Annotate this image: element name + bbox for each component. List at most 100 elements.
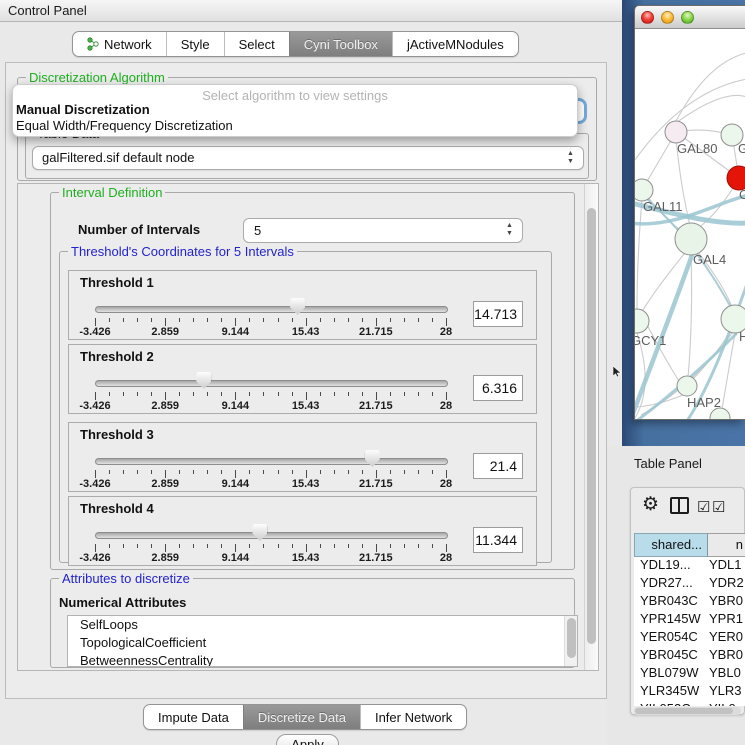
slider-tick <box>221 470 222 474</box>
column-header-shared-name[interactable]: shared... <box>634 533 708 557</box>
slider-tick <box>432 392 433 396</box>
table-row[interactable]: YER054CYER0 <box>634 629 745 647</box>
slider-tick <box>390 544 391 548</box>
checkbox-icon-1[interactable]: ☑ <box>697 498 710 516</box>
slider-tick-label: 15.43 <box>281 400 331 412</box>
attribute-list-item[interactable]: SelfLoops <box>68 616 577 634</box>
slider-tick <box>137 544 138 548</box>
slider-tick-label: -3.426 <box>70 552 120 564</box>
columns-icon[interactable] <box>670 497 689 514</box>
slider-tick <box>432 470 433 474</box>
algorithm-item-equal-width[interactable]: Equal Width/Frequency Discretization <box>13 118 577 134</box>
slider-tick-label: 2.859 <box>140 326 190 338</box>
threshold-panel-4: Threshold 4-3.4262.8599.14415.4321.71528… <box>68 496 537 566</box>
threshold-value-field[interactable]: 6.316 <box>473 375 523 401</box>
cell-shared-name: YPR145W <box>634 611 708 629</box>
spinner-stepper-icon[interactable]: ▲▼ <box>505 222 514 238</box>
apply-button[interactable]: Apply <box>276 734 339 745</box>
table-row[interactable]: YBR043CYBR0 <box>634 593 745 611</box>
slider-tick <box>221 318 222 322</box>
threshold-panel-3: Threshold 3-3.4262.8599.14415.4321.71528… <box>68 422 537 492</box>
network-node[interactable] <box>675 223 707 255</box>
table-subpanel: ⚙ ☑ ☑ shared... n YDL19...YDL1YDR27...YD… <box>630 487 745 715</box>
slider-tick <box>292 392 293 396</box>
tab-cyni-toolbox[interactable]: Cyni Toolbox <box>289 32 392 56</box>
slider-tick <box>263 544 264 548</box>
slider-tick <box>109 318 110 322</box>
slider-tick <box>306 318 307 326</box>
tab-label: Infer Network <box>375 710 452 725</box>
slider-tick <box>390 470 391 474</box>
mac-zoom-icon[interactable] <box>681 11 694 24</box>
network-node[interactable] <box>635 309 649 333</box>
slider-track[interactable] <box>95 458 448 465</box>
threshold-value-field[interactable]: 21.4 <box>473 453 523 479</box>
slider-tick <box>362 544 363 548</box>
slider-tick <box>207 392 208 396</box>
cell-shared-name: YIL052C <box>634 701 708 706</box>
column-header-name[interactable]: n <box>708 533 745 557</box>
threshold-label: Threshold 1 <box>80 275 154 290</box>
cell-name: YBR0 <box>708 593 745 611</box>
algorithm-item-manual[interactable]: Manual Discretization <box>13 102 577 118</box>
combo-stepper-icon[interactable]: ▲▼ <box>566 150 575 166</box>
threshold-label: Threshold 4 <box>80 501 154 516</box>
attribute-list-item[interactable]: BetweennessCentrality <box>68 652 577 667</box>
table-data-combobox[interactable]: galFiltered.sif default node ▲▼ <box>32 146 584 170</box>
network-node-label: GAL80 <box>677 141 717 156</box>
slider-tick <box>137 470 138 474</box>
algorithm-placeholder-item[interactable]: Select algorithm to view settings <box>13 85 577 102</box>
attributes-group-title: Attributes to discretize <box>59 571 193 586</box>
tab-select[interactable]: Select <box>224 32 289 56</box>
slider-tick-label: 2.859 <box>140 478 190 490</box>
attribute-list-item[interactable]: TopologicalCoefficient <box>68 634 577 652</box>
slider-tick <box>348 544 349 548</box>
network-window-titlebar[interactable] <box>635 6 745 29</box>
mac-close-icon[interactable] <box>641 11 654 24</box>
table-row[interactable]: YBR045CYBR0 <box>634 647 745 665</box>
slider-tick <box>179 470 180 474</box>
tab-label: Network <box>104 37 152 52</box>
slider-tick <box>95 318 96 326</box>
slider-tick <box>151 318 152 322</box>
numerical-attributes-list[interactable]: SelfLoopsTopologicalCoefficientBetweenne… <box>67 615 578 667</box>
table-horizontal-scrollbar[interactable] <box>634 707 741 715</box>
slider-track[interactable] <box>95 306 448 313</box>
gear-icon[interactable]: ⚙ <box>642 493 659 516</box>
num-intervals-spinner[interactable]: 5 ▲▼ <box>243 218 523 243</box>
slider-tick <box>432 544 433 548</box>
table-row[interactable]: YDR27...YDR2 <box>634 575 745 593</box>
tab-network[interactable]: Network <box>73 32 166 56</box>
network-node[interactable] <box>665 121 687 143</box>
threshold-value-field[interactable]: 14.713 <box>473 301 523 327</box>
network-icon <box>87 37 99 51</box>
threshold-value-field[interactable]: 11.344 <box>473 527 523 553</box>
network-canvas[interactable]: GAL80GAL11GAL4GCY1HAP2G.CH <box>635 29 745 420</box>
tab-infer-network[interactable]: Infer Network <box>360 705 466 729</box>
table-row[interactable]: YIL052CYIL0 <box>634 701 745 706</box>
tab-label: Cyni Toolbox <box>304 37 378 52</box>
network-node[interactable] <box>677 376 697 396</box>
slider-track[interactable] <box>95 532 448 539</box>
cell-name: YDL1 <box>708 557 745 575</box>
bottom-tab-bar: Impute DataDiscretize Data Infer Network <box>143 704 467 730</box>
slider-tick <box>334 470 335 474</box>
table-row[interactable]: YDL19...YDL1 <box>634 557 745 575</box>
cyni-toolbox-panel: Discretization Algorithm Table Data galF… <box>5 62 607 699</box>
slider-track[interactable] <box>95 380 448 387</box>
network-node[interactable] <box>635 179 653 201</box>
tab-impute-data[interactable]: Impute Data <box>144 705 243 729</box>
table-row[interactable]: YBL079WYBL0 <box>634 665 745 683</box>
settings-vertical-scrollbar[interactable] <box>584 184 598 670</box>
checkbox-icon-2[interactable]: ☑ <box>712 498 725 516</box>
table-row[interactable]: YLR345WYLR3 <box>634 683 745 701</box>
tab-jactivemnodules[interactable]: jActiveMNodules <box>392 32 518 56</box>
mac-minimize-icon[interactable] <box>661 11 674 24</box>
table-row[interactable]: YPR145WYPR1 <box>634 611 745 629</box>
slider-tick-label: 28 <box>421 552 471 564</box>
tab-discretize-data[interactable]: Discretize Data <box>243 705 360 729</box>
tab-style[interactable]: Style <box>166 32 224 56</box>
attributes-list-scrollbar[interactable] <box>564 616 577 666</box>
num-intervals-label: Number of Intervals <box>78 222 200 237</box>
table-data-group: Table Data galFiltered.sif default node … <box>25 133 589 179</box>
